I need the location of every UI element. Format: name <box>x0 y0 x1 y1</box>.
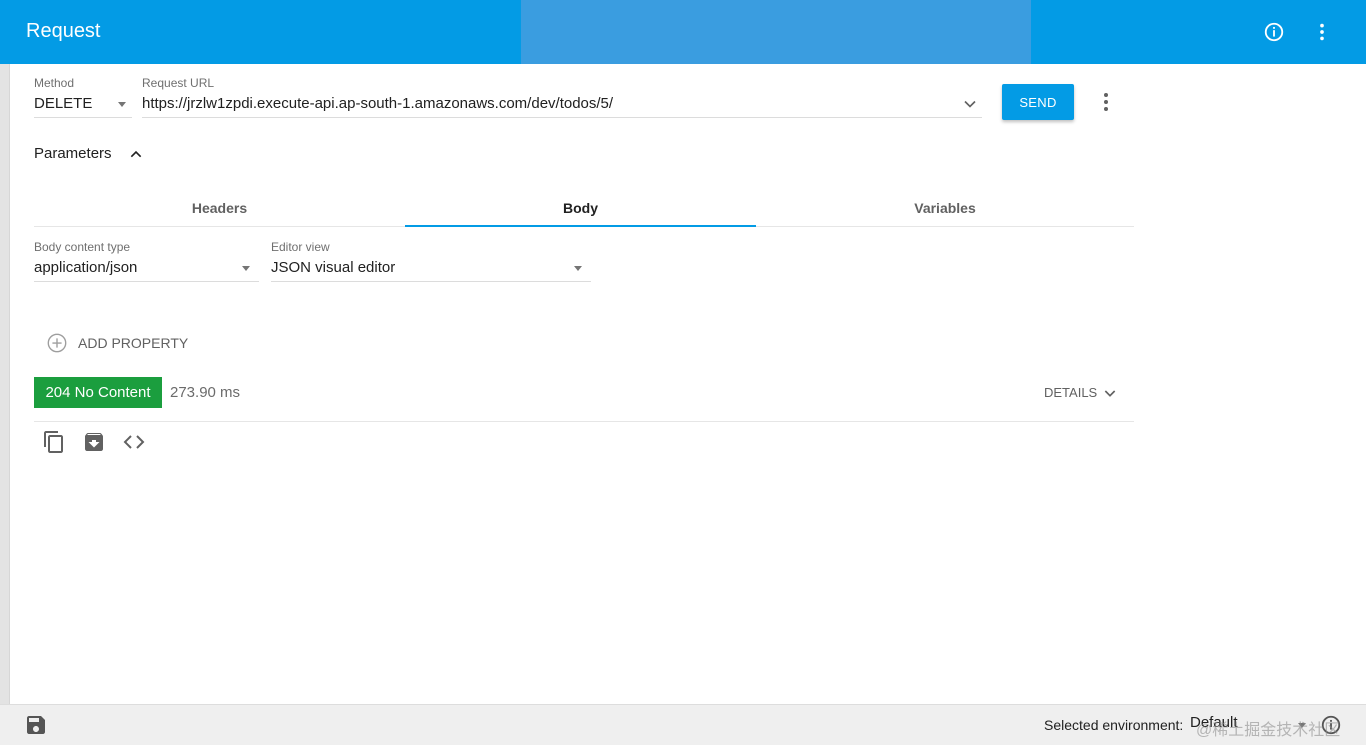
chevron-down-icon <box>242 266 250 271</box>
content-type-underline <box>34 281 259 282</box>
chevron-down-icon <box>118 102 126 107</box>
editor-view-select[interactable]: JSON visual editor <box>271 256 591 282</box>
save-icon[interactable] <box>24 713 48 737</box>
parameters-label: Parameters <box>34 145 112 162</box>
editor-view-value: JSON visual editor <box>271 259 396 276</box>
chevron-down-icon <box>1104 390 1116 397</box>
add-property-button[interactable]: ADD PROPERTY <box>46 331 196 355</box>
request-menu-icon[interactable] <box>1094 90 1118 114</box>
add-property-label: ADD PROPERTY <box>78 335 189 351</box>
content-type-label: Body content type <box>34 240 131 254</box>
editor-view-underline <box>271 281 591 282</box>
method-value: DELETE <box>34 95 93 112</box>
tab-variables[interactable]: Variables <box>756 190 1134 226</box>
code-icon[interactable] <box>122 430 146 454</box>
chevron-up-icon <box>130 150 142 158</box>
environment-select[interactable]: Default <box>1190 714 1238 731</box>
url-input[interactable]: https://jrzlw1zpdi.execute-api.ap-south-… <box>142 92 982 118</box>
tab-active-indicator <box>405 225 756 227</box>
url-underline <box>142 117 982 118</box>
response-time: 273.90 ms <box>170 384 241 401</box>
environment-info-icon[interactable] <box>1320 714 1342 736</box>
content-type-select[interactable]: application/json <box>34 256 259 282</box>
copy-icon[interactable] <box>42 430 66 454</box>
status-bar: Selected environment: Default <box>0 704 1366 745</box>
editor-view-label: Editor view <box>271 240 330 254</box>
url-label: Request URL <box>142 76 215 90</box>
page-title: Request <box>26 20 101 42</box>
left-rail <box>0 64 10 704</box>
add-circle-icon <box>47 333 67 353</box>
content-type-value: application/json <box>34 259 138 276</box>
parameters-toggle[interactable]: Parameters <box>34 144 154 164</box>
info-icon[interactable] <box>1258 16 1290 48</box>
chevron-down-icon <box>574 266 582 271</box>
send-button[interactable]: SEND <box>1002 84 1074 120</box>
method-label: Method <box>34 76 75 90</box>
tab-body[interactable]: Body <box>405 190 756 226</box>
chevron-down-icon <box>1298 723 1306 728</box>
environment-label: Selected environment: <box>1044 717 1184 733</box>
details-toggle[interactable]: DETAILS <box>1044 384 1120 402</box>
url-value: https://jrzlw1zpdi.execute-api.ap-south-… <box>142 95 614 112</box>
status-badge: 204 No Content <box>34 377 162 408</box>
save-response-icon[interactable] <box>82 430 106 454</box>
url-history-chevron-icon[interactable] <box>960 94 980 114</box>
app-bar: Request <box>0 0 1366 64</box>
app-bar-highlight <box>521 0 1031 64</box>
response-divider <box>34 421 1134 422</box>
tab-headers[interactable]: Headers <box>34 190 405 226</box>
method-underline <box>34 117 132 118</box>
details-label: DETAILS <box>1044 385 1098 400</box>
more-vert-icon[interactable] <box>1306 16 1338 48</box>
method-select[interactable]: DELETE <box>34 92 132 118</box>
